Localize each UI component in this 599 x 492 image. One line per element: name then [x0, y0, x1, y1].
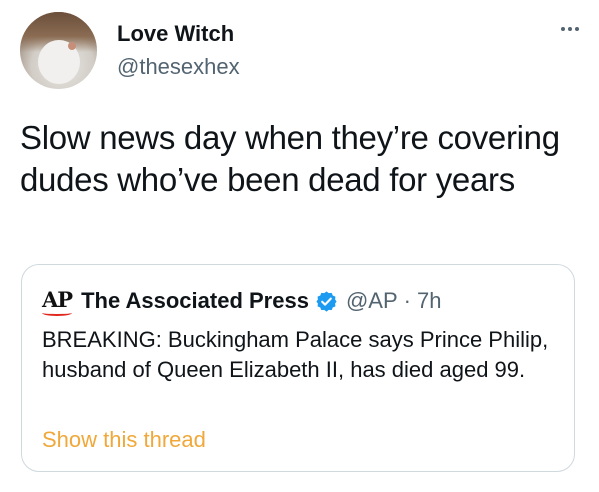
quoted-tweet-header: AP The Associated Press @AP · 7h — [42, 287, 441, 316]
ap-logo-text: AP — [42, 287, 73, 312]
show-thread-link[interactable]: Show this thread — [42, 427, 206, 453]
ellipsis-icon — [568, 27, 572, 31]
ellipsis-icon — [561, 27, 565, 31]
ellipsis-icon — [575, 27, 579, 31]
quoted-author-handle[interactable]: @AP — [346, 288, 398, 314]
verified-badge-icon — [315, 290, 338, 313]
quoted-tweet-text: BREAKING: Buckingham Palace says Prince … — [42, 327, 549, 382]
quoted-tweet-card[interactable]: AP The Associated Press @AP · 7h BREAKIN… — [21, 264, 575, 472]
avatar-detail — [68, 42, 76, 50]
tweet-text: Slow news day when they’re covering dude… — [20, 119, 560, 198]
more-options-button[interactable] — [561, 22, 579, 36]
author-handle[interactable]: @thesexhex — [117, 54, 240, 80]
quoted-author-name[interactable]: The Associated Press — [81, 288, 309, 314]
separator-dot: · — [403, 288, 411, 313]
ap-logo-swoosh — [42, 310, 72, 316]
ap-logo-icon: AP — [42, 287, 73, 316]
author-name[interactable]: Love Witch — [117, 21, 234, 47]
quoted-tweet-time[interactable]: 7h — [417, 288, 441, 314]
avatar[interactable] — [20, 12, 97, 89]
